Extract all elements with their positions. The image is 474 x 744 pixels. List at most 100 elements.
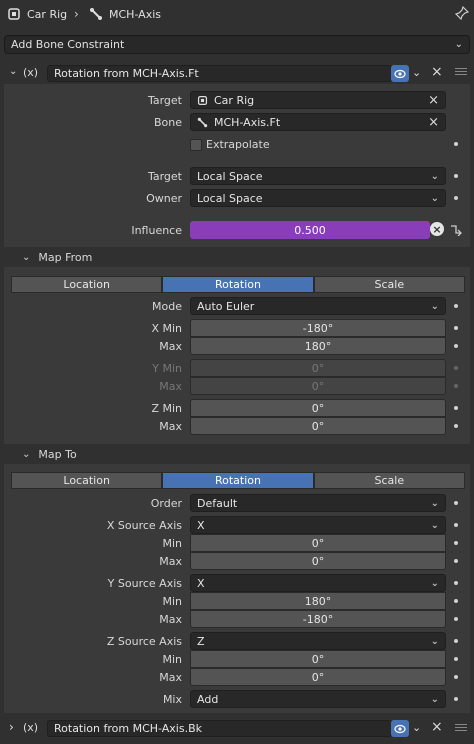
keyframe-dot-icon[interactable]	[454, 639, 458, 643]
extrapolate-label: Extrapolate	[206, 138, 270, 151]
drag-handle-icon[interactable]	[455, 723, 467, 733]
keyframe-dot-icon[interactable]	[454, 599, 458, 603]
tab-scale[interactable]: Scale	[313, 472, 465, 489]
drag-handle-icon[interactable]	[455, 67, 467, 77]
to-x-min-label: Min	[162, 537, 182, 550]
chevron-down-icon: ⌄	[430, 577, 439, 589]
keyframe-dot-icon[interactable]	[454, 675, 458, 679]
bone-field[interactable]: MCH-Axis.Ft ×	[190, 113, 446, 131]
keyframe-dot-icon[interactable]	[454, 697, 458, 701]
order-dropdown[interactable]: Default ⌄	[190, 494, 446, 512]
to-y-min-label: Min	[162, 595, 182, 608]
collapse-chevron-icon[interactable]: ⌄	[9, 66, 17, 77]
keyframe-dot-icon[interactable]	[454, 196, 458, 200]
close-icon[interactable]: ×	[431, 719, 443, 735]
y-source-axis-dropdown[interactable]: X ⌄	[190, 574, 446, 592]
to-x-max-field[interactable]: 0°	[190, 552, 446, 570]
rotation-constraint-icon: (x)	[23, 66, 39, 79]
tab-rotation[interactable]: Rotation	[162, 276, 314, 293]
x-source-axis-dropdown[interactable]: X ⌄	[190, 516, 446, 534]
map-to-tabs: Location Rotation Scale	[11, 472, 465, 489]
from-x-max-field[interactable]: 180°	[190, 337, 446, 355]
map-to-toggle[interactable]: ⌄ Map To	[22, 448, 77, 461]
constraint-menu-chevron-icon[interactable]: ⌄	[412, 721, 421, 734]
keyframe-dot-icon[interactable]	[454, 541, 458, 545]
add-bone-constraint-button[interactable]: Add Bone Constraint ⌄	[4, 35, 470, 54]
disable-keep-transform-icon[interactable]: ×	[430, 222, 444, 236]
keyframe-dot-icon[interactable]	[454, 501, 458, 505]
extrapolate-checkbox[interactable]	[190, 139, 202, 151]
owner-space-dropdown[interactable]: Local Space ⌄	[190, 189, 446, 207]
keyframe-dot-icon[interactable]	[454, 581, 458, 585]
keyframe-dot-icon[interactable]	[454, 424, 458, 428]
tab-location[interactable]: Location	[11, 472, 163, 489]
chevron-down-icon: ⌄	[22, 449, 31, 460]
to-z-min-label: Min	[162, 653, 182, 666]
chevron-right-icon: ›	[74, 7, 79, 21]
bone-label: Bone	[153, 116, 182, 129]
constraint-2-name-input[interactable]: Rotation from MCH-Axis.Bk	[47, 720, 392, 737]
tab-rotation[interactable]: Rotation	[162, 472, 314, 489]
chevron-down-icon: ⌄	[430, 192, 439, 204]
eye-icon[interactable]	[391, 720, 409, 737]
pin-icon[interactable]	[455, 6, 469, 20]
keyframe-dot-icon[interactable]	[454, 559, 458, 563]
keyframe-dot-icon[interactable]	[454, 657, 458, 661]
keyframe-dot-icon[interactable]	[454, 344, 458, 348]
keyframe-dot-icon[interactable]	[454, 174, 458, 178]
from-z-max-field[interactable]: 0°	[190, 417, 446, 435]
clear-icon[interactable]: ×	[428, 115, 439, 130]
order-value: Default	[197, 496, 238, 510]
tab-location[interactable]: Location	[11, 276, 163, 293]
close-icon[interactable]: ×	[431, 64, 443, 80]
owner-space-label: Owner	[146, 192, 182, 205]
keyframe-dot-icon[interactable]	[454, 523, 458, 527]
keyframe-dot-icon[interactable]	[454, 617, 458, 621]
constraint-name-input[interactable]: Rotation from MCH-Axis.Ft	[47, 65, 392, 82]
target-space-dropdown[interactable]: Local Space ⌄	[190, 167, 446, 185]
mode-value: Auto Euler	[197, 299, 255, 313]
to-x-min-field[interactable]: 0°	[190, 534, 446, 552]
bone-icon	[197, 117, 208, 128]
from-y-max-field[interactable]: 0°	[190, 377, 446, 395]
keyframe-dot-icon[interactable]	[454, 142, 458, 146]
z-source-axis-dropdown[interactable]: Z ⌄	[190, 632, 446, 650]
expand-chevron-icon[interactable]: ›	[9, 720, 14, 734]
from-x-min-label: X Min	[151, 322, 182, 335]
keyframe-dot-icon[interactable]	[454, 326, 458, 330]
to-z-max-field[interactable]: 0°	[190, 668, 446, 686]
chevron-down-icon: ⌄	[430, 635, 439, 647]
from-z-min-field[interactable]: 0°	[190, 399, 446, 417]
add-bone-constraint-label: Add Bone Constraint	[11, 38, 125, 51]
to-y-min-field[interactable]: 180°	[190, 592, 446, 610]
topbar	[0, 0, 474, 30]
eye-icon[interactable]	[391, 65, 409, 82]
constraint-menu-chevron-icon[interactable]: ⌄	[412, 66, 421, 79]
breadcrumb-object[interactable]: Car Rig	[27, 8, 67, 21]
influence-value: 0.500	[294, 223, 326, 237]
target-label: Target	[147, 94, 182, 107]
to-z-min-field[interactable]: 0°	[190, 650, 446, 668]
mode-dropdown[interactable]: Auto Euler ⌄	[190, 297, 446, 315]
keyframe-dot-icon[interactable]	[454, 406, 458, 410]
from-x-max-label: Max	[159, 340, 182, 353]
influence-slider[interactable]: 0.500	[190, 221, 430, 239]
target-value: Car Rig	[214, 93, 255, 107]
target-space-value: Local Space	[197, 169, 263, 183]
keyframe-dot-icon[interactable]	[454, 384, 458, 388]
z-source-axis-label: Z Source Axis	[106, 635, 182, 648]
breadcrumb-bone[interactable]: MCH-Axis	[109, 8, 161, 21]
map-from-title: Map From	[38, 251, 93, 264]
from-x-min-field[interactable]: -180°	[190, 319, 446, 337]
keyframe-dot-icon[interactable]	[454, 304, 458, 308]
map-from-toggle[interactable]: ⌄ Map From	[22, 251, 92, 264]
mix-dropdown[interactable]: Add ⌄	[190, 690, 446, 708]
animate-property-icon[interactable]	[449, 222, 463, 237]
tab-scale[interactable]: Scale	[313, 276, 465, 293]
keyframe-dot-icon[interactable]	[454, 366, 458, 370]
clear-icon[interactable]: ×	[428, 93, 439, 108]
from-y-min-field[interactable]: 0°	[190, 359, 446, 377]
chevron-down-icon: ⌄	[430, 497, 439, 509]
target-field[interactable]: Car Rig ×	[190, 91, 446, 109]
to-y-max-field[interactable]: -180°	[190, 610, 446, 628]
